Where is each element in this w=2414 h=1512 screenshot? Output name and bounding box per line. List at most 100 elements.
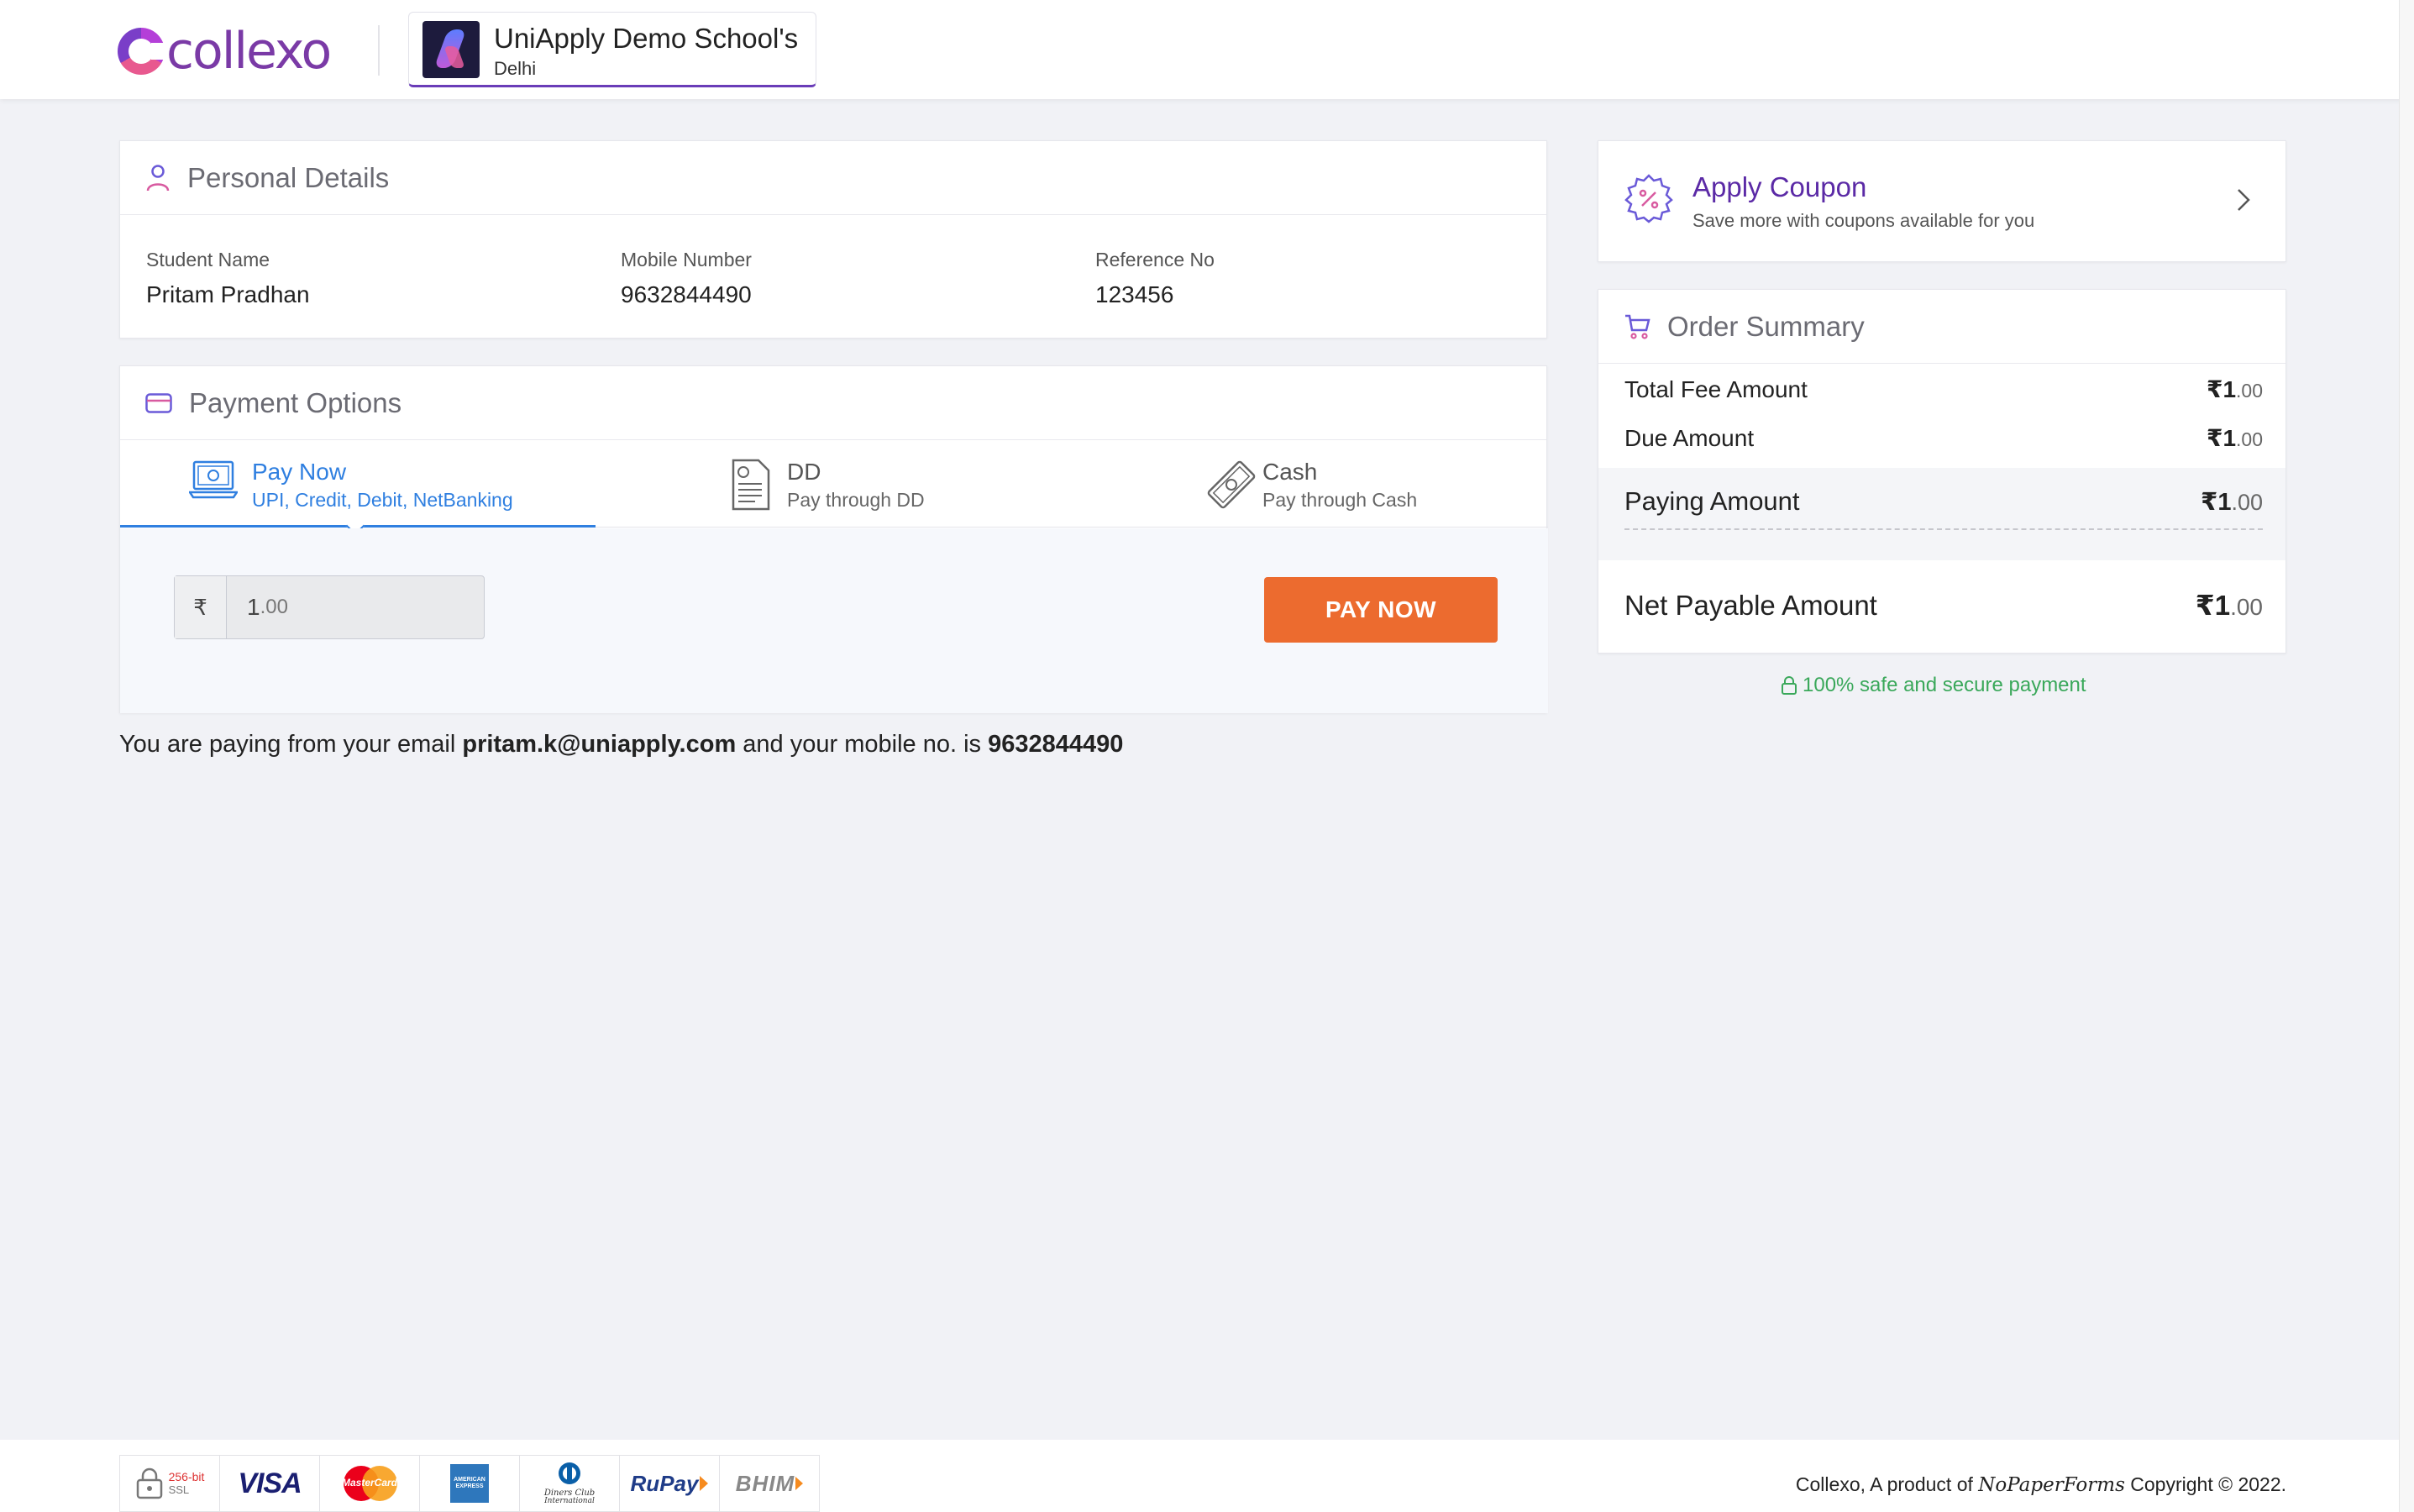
pay-now-sub: UPI, Credit, Debit, NetBanking: [252, 489, 513, 511]
copyright-suffix: Copyright © 2022.: [2130, 1473, 2286, 1495]
document-icon: [732, 459, 770, 511]
bhim-logo: BHIM: [735, 1470, 795, 1496]
dd-title: DD: [787, 459, 821, 485]
order-summary-header: Order Summary: [1598, 290, 2285, 364]
net-payable-currency: ₹: [2195, 590, 2215, 621]
card-icon: [145, 392, 172, 413]
bhim-arrow-icon: [795, 1477, 804, 1490]
total-fee-integer: 1: [2222, 376, 2237, 402]
tab-pay-now[interactable]: Pay Now UPI, Credit, Debit, NetBanking: [120, 440, 596, 528]
apply-coupon-subtitle: Save more with coupons available for you: [1692, 210, 2035, 231]
mastercard-logo-icon: MasterCard: [340, 1466, 399, 1501]
mobile-number-value: 9632844490: [621, 281, 752, 307]
top-header: collexo UniApply Demo School's Delhi: [0, 0, 2414, 99]
ssl-lock-icon: [136, 1467, 162, 1499]
secure-payment-note: 100% safe and secure payment: [1781, 674, 2086, 697]
payer-mobile: 9632844490: [988, 731, 1124, 758]
amex-logo-icon: AMERICAN EXPRESS: [450, 1464, 489, 1503]
tab-dd[interactable]: DD Pay through DD: [596, 440, 1071, 528]
payment-options-header: Payment Options: [120, 366, 1546, 440]
brand-name: collexo: [166, 22, 332, 81]
rupee-symbol: ₹: [175, 576, 227, 638]
cash-sub: Pay through Cash: [1262, 489, 1418, 511]
due-amount-decimal: .00: [2236, 428, 2263, 450]
payment-options-card: Payment Options Pay Now UPI, Credit, Deb…: [119, 365, 1548, 713]
chevron-right-icon[interactable]: [2235, 186, 2252, 213]
payer-email: pritam.k@uniapply.com: [462, 731, 737, 758]
reference-no-value: 123456: [1095, 281, 1174, 307]
amount-value[interactable]: 1.00: [227, 576, 484, 638]
paying-amount-currency: ₹: [2201, 489, 2218, 516]
info-middle: and your mobile no. is: [743, 731, 982, 758]
school-name: UniApply Demo School's: [494, 23, 799, 54]
payer-info-text: You are paying from your email pritam.k@…: [119, 731, 1123, 759]
reference-no-label: Reference No: [1095, 249, 1215, 270]
tab-cash[interactable]: Cash Pay through Cash: [1071, 440, 1546, 528]
student-name-value: Pritam Pradhan: [146, 281, 310, 307]
rupay-logo: RuPay: [630, 1470, 699, 1496]
diners-badge: Diners Club International: [519, 1455, 620, 1512]
pay-now-title: Pay Now: [252, 459, 347, 485]
school-selector[interactable]: UniApply Demo School's Delhi: [408, 12, 816, 87]
collexo-logo[interactable]: collexo: [118, 22, 332, 81]
personal-details-title: Personal Details: [187, 161, 390, 193]
mastercard-badge: MasterCard: [319, 1455, 420, 1512]
copyright-text: Collexo, A product of NoPaperForms Copyr…: [1796, 1473, 2286, 1496]
laptop-pay-icon: [189, 460, 238, 499]
reference-no-field: Reference No 123456: [1095, 249, 1215, 308]
order-summary-title: Order Summary: [1667, 310, 1865, 342]
total-fee-row: Total Fee Amount ₹1.00: [1624, 375, 2263, 403]
vertical-scrollbar[interactable]: [2399, 0, 2414, 1512]
due-amount-currency: ₹: [2206, 425, 2223, 451]
dd-sub: Pay through DD: [787, 489, 925, 511]
total-fee-decimal: .00: [2236, 380, 2263, 402]
bhim-badge: BHIM: [719, 1455, 820, 1512]
summary-dashed-divider: [1624, 528, 2263, 530]
personal-details-card: Personal Details Student Name Pritam Pra…: [119, 140, 1547, 339]
amount-input[interactable]: ₹ 1.00: [174, 575, 485, 639]
net-payable-value: ₹1.00: [2196, 589, 2263, 622]
total-fee-label: Total Fee Amount: [1624, 376, 1808, 402]
amex-text: AMERICAN EXPRESS: [454, 1477, 485, 1489]
order-summary-card: Order Summary Total Fee Amount ₹1.00 Due…: [1598, 289, 2286, 654]
paying-amount-decimal: .00: [2231, 490, 2263, 515]
apply-coupon-card[interactable]: Apply Coupon Save more with coupons avai…: [1598, 140, 2286, 262]
due-amount-value: ₹1.00: [2207, 424, 2263, 452]
ssl-badge: 256-bit SSL: [119, 1455, 220, 1512]
pay-now-button[interactable]: PAY NOW: [1264, 577, 1498, 643]
net-payable-label: Net Payable Amount: [1624, 590, 1877, 621]
collexo-logo-icon: [118, 28, 168, 75]
coupon-icon: [1624, 174, 1673, 223]
amount-integer: 1: [247, 594, 260, 620]
mobile-number-label: Mobile Number: [621, 249, 752, 270]
copyright-prefix: Collexo, A product of: [1795, 1473, 1973, 1495]
cash-icon: [1207, 460, 1256, 509]
user-icon: [146, 164, 170, 191]
total-fee-currency: ₹: [2206, 376, 2223, 402]
amex-badge: AMERICAN EXPRESS: [419, 1455, 520, 1512]
student-name-label: Student Name: [146, 249, 270, 270]
ssl-text: SSL: [168, 1483, 190, 1496]
apply-coupon-title: Apply Coupon: [1692, 171, 1867, 202]
pay-now-panel: ₹ 1.00 PAY NOW: [120, 528, 1548, 713]
rupay-badge: RuPay: [619, 1455, 720, 1512]
lock-icon: [1782, 676, 1797, 695]
paying-amount-label: Paying Amount: [1624, 486, 1800, 516]
total-fee-value: ₹1.00: [2207, 375, 2263, 403]
student-name-field: Student Name Pritam Pradhan: [146, 249, 310, 308]
diners-text-2: International: [544, 1497, 595, 1505]
payment-options-title: Payment Options: [189, 386, 402, 418]
school-city: Delhi: [494, 58, 537, 79]
school-logo-icon: [422, 21, 480, 78]
visa-logo: VISA: [238, 1467, 302, 1499]
nopaperforms-brand[interactable]: NoPaperForms: [1978, 1474, 2125, 1496]
cash-title: Cash: [1262, 459, 1318, 485]
net-payable-row: Net Payable Amount ₹1.00: [1624, 589, 2263, 622]
diners-logo-icon: [558, 1462, 580, 1484]
cart-icon: [1625, 314, 1650, 339]
paying-amount-value: ₹1.00: [2201, 487, 2263, 517]
secure-payment-text: 100% safe and secure payment: [1803, 674, 2086, 696]
payment-tabs: Pay Now UPI, Credit, Debit, NetBanking D…: [120, 440, 1548, 528]
header-divider: [378, 25, 380, 76]
due-amount-integer: 1: [2222, 425, 2237, 451]
